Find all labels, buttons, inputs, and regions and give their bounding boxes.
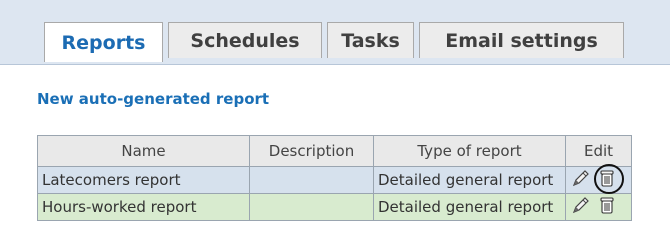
delete-button[interactable] xyxy=(597,195,617,219)
column-header-edit: Edit xyxy=(565,135,632,167)
tab-email-settings[interactable]: Email settings xyxy=(419,22,624,58)
delete-button[interactable] xyxy=(593,164,624,194)
trash-icon xyxy=(597,195,617,219)
column-header-name: Name xyxy=(37,135,250,167)
reports-page: Reports Schedules Tasks Email settings N… xyxy=(0,0,670,247)
tab-bar: Reports Schedules Tasks Email settings xyxy=(0,0,670,65)
trash-icon xyxy=(597,168,617,192)
cell-description xyxy=(249,193,374,221)
cell-type: Detailed general report xyxy=(373,193,566,221)
table-header-row: Name Description Type of report Edit xyxy=(37,135,632,167)
cell-edit-actions xyxy=(565,164,632,194)
cell-edit-actions xyxy=(565,193,632,221)
reports-table: Name Description Type of report Edit Lat… xyxy=(37,135,632,221)
table-row: Latecomers report Detailed general repor… xyxy=(37,164,632,194)
column-header-type: Type of report xyxy=(373,135,566,167)
pencil-icon[interactable] xyxy=(570,194,592,220)
tab-tasks[interactable]: Tasks xyxy=(327,22,414,58)
cell-name: Hours-worked report xyxy=(37,193,250,221)
table-row: Hours-worked report Detailed general rep… xyxy=(37,193,632,221)
tab-reports[interactable]: Reports xyxy=(44,22,163,62)
tab-schedules[interactable]: Schedules xyxy=(168,22,322,58)
column-header-description: Description xyxy=(249,135,374,167)
cell-type: Detailed general report xyxy=(373,166,566,194)
new-auto-generated-report-link[interactable]: New auto-generated report xyxy=(37,90,269,108)
cell-name: Latecomers report xyxy=(37,166,250,194)
pencil-icon[interactable] xyxy=(570,167,592,193)
cell-description xyxy=(249,166,374,194)
